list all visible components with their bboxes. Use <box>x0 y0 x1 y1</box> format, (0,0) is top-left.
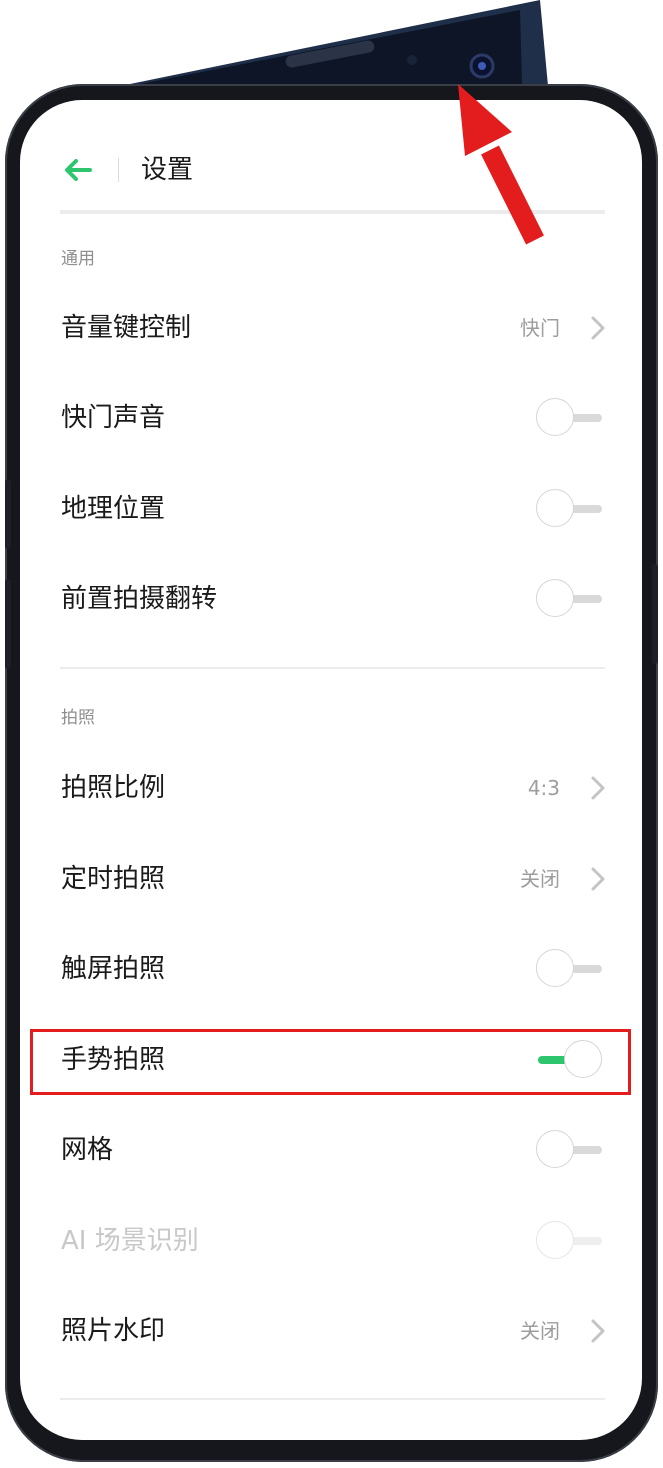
shutter-sound-toggle[interactable] <box>536 398 604 438</box>
page-title: 设置 <box>141 155 194 185</box>
volume-down-button <box>5 579 11 669</box>
row-label: 网格 <box>61 1135 114 1165</box>
row-label: 照片水印 <box>61 1316 166 1346</box>
row-label: 拍照比例 <box>61 773 166 803</box>
row-watermark[interactable]: 照片水印 关闭 <box>20 1286 642 1376</box>
row-ai-scene: AI 场景识别 <box>20 1196 642 1286</box>
row-photo-ratio[interactable]: 拍照比例 4:3 <box>20 743 642 833</box>
section-separator <box>60 667 605 669</box>
chevron-right-icon <box>591 1319 605 1343</box>
volume-up-button <box>5 479 11 549</box>
front-mirror-toggle[interactable] <box>536 579 604 619</box>
row-value: 快门 <box>520 316 560 340</box>
chevron-right-icon <box>591 776 605 800</box>
ai-scene-toggle <box>536 1221 604 1261</box>
chevron-right-icon <box>591 867 605 891</box>
grid-toggle[interactable] <box>536 1130 604 1170</box>
back-arrow-icon[interactable] <box>60 152 96 188</box>
red-arrow-annotation <box>458 84 544 245</box>
row-value: 关闭 <box>520 867 560 891</box>
row-touch-capture: 触屏拍照 <box>20 924 642 1014</box>
chevron-right-icon <box>591 316 605 340</box>
row-label: AI 场景识别 <box>61 1226 199 1256</box>
section-separator <box>60 1398 605 1400</box>
screen: 设置 通用 音量键控制 快门 快门声音 地理位置 前置拍摄翻转 拍照 拍照比例 … <box>20 100 642 1440</box>
row-value: 4:3 <box>527 776 560 800</box>
row-grid: 网格 <box>20 1105 642 1195</box>
touch-capture-toggle[interactable] <box>536 949 604 989</box>
row-value: 关闭 <box>520 1319 560 1343</box>
row-label: 快门声音 <box>61 403 166 433</box>
section-header-general: 通用 <box>61 249 95 269</box>
power-button <box>652 564 658 664</box>
row-label: 触屏拍照 <box>61 954 166 984</box>
highlight-box <box>30 1029 631 1095</box>
section-header-photo: 拍照 <box>61 708 95 728</box>
row-location: 地理位置 <box>20 464 642 554</box>
row-volume-key-control[interactable]: 音量键控制 快门 <box>20 283 642 373</box>
location-toggle[interactable] <box>536 489 604 529</box>
row-label: 前置拍摄翻转 <box>61 584 218 614</box>
header-divider <box>118 158 119 182</box>
row-label: 定时拍照 <box>61 864 166 894</box>
row-front-mirror: 前置拍摄翻转 <box>20 554 642 644</box>
row-timer[interactable]: 定时拍照 关闭 <box>20 834 642 924</box>
row-shutter-sound: 快门声音 <box>20 373 642 463</box>
row-label: 音量键控制 <box>61 313 192 343</box>
row-label: 地理位置 <box>61 494 166 524</box>
